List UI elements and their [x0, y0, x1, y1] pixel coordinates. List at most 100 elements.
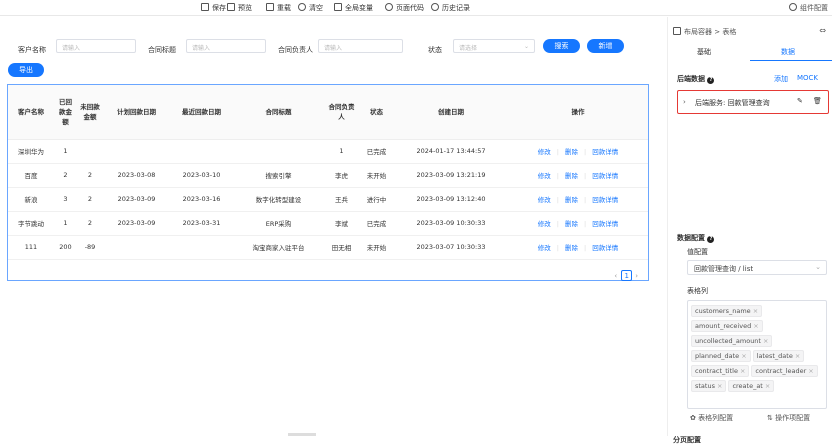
status-select[interactable]: 请选择 ⌄	[453, 39, 535, 53]
history-button[interactable]: 历史记录	[431, 3, 470, 13]
detail-link[interactable]: 回款详情	[586, 244, 624, 252]
delete-link[interactable]: 删除	[559, 172, 584, 180]
preview-button[interactable]: 预览	[227, 3, 252, 13]
cell: ERP采购	[233, 211, 324, 236]
cell: 田无相	[324, 235, 359, 260]
pagination: ‹ 1 ›	[614, 270, 638, 281]
active-tab-indicator	[750, 60, 832, 61]
cell: 未开始	[359, 163, 394, 188]
chevron-right-icon: ›	[683, 98, 686, 106]
delete-link[interactable]: 删除	[559, 148, 584, 156]
table-columns-label: 表格列	[687, 287, 708, 295]
header-planned-date: 计划回款日期	[103, 85, 170, 140]
column-tag[interactable]: contract_leader ×	[751, 364, 818, 377]
add-link[interactable]: 添加	[774, 74, 788, 84]
columns-tag-select[interactable]: customers_name × amount_received × uncolle…	[687, 300, 827, 409]
tab-data[interactable]: 数据	[781, 47, 795, 57]
global-vars-button[interactable]: 全局变量	[334, 3, 373, 13]
help-icon: ?	[707, 77, 715, 84]
cell: 200	[54, 235, 77, 260]
title-input[interactable]: 请输入	[186, 39, 266, 53]
data-table: 客户名称 已回款金额 未回款金额 计划回款日期 最近回款日期 合同标题 合同负责…	[7, 84, 649, 281]
close-icon[interactable]: ×	[740, 367, 745, 375]
leader-label: 合同负责人	[278, 46, 313, 54]
close-icon[interactable]: ×	[741, 352, 746, 360]
customer-input[interactable]: 请输入	[56, 39, 136, 53]
cell: 2023-03-10	[170, 163, 233, 188]
reload-button[interactable]: 重载	[266, 3, 291, 13]
header-actions: 操作	[508, 85, 648, 140]
export-button[interactable]: 导出	[8, 63, 44, 77]
edit-link[interactable]: 修改	[532, 196, 557, 204]
search-button[interactable]: 搜索	[543, 39, 580, 53]
backend-service-item[interactable]: › 后端服务: 回款管理查询 ✎ 🗑	[677, 90, 829, 114]
column-tag[interactable]: planned_date ×	[691, 349, 751, 362]
cell: 深圳华为	[8, 139, 54, 164]
mock-link[interactable]: MOCK	[797, 74, 818, 82]
close-icon[interactable]: ×	[765, 382, 770, 390]
edit-link[interactable]: 修改	[532, 220, 557, 228]
edit-link[interactable]: 修改	[532, 148, 557, 156]
column-tag[interactable]: customers_name ×	[691, 304, 763, 317]
header-contract-title: 合同标题	[233, 85, 324, 140]
cell: 3	[54, 187, 77, 212]
page-code-button[interactable]: 页面代码	[385, 3, 424, 13]
component-config-button[interactable]: 组件配置	[789, 3, 828, 13]
cell: 李斌	[324, 211, 359, 236]
tab-basic[interactable]: 基础	[697, 47, 711, 57]
top-toolbar: 保存 预览 重载 清空 全局变量 页面代码 历史记录 组件配置	[0, 0, 832, 16]
save-button[interactable]: 保存	[201, 3, 226, 13]
cell	[233, 139, 324, 164]
edit-link[interactable]: 修改	[532, 244, 557, 252]
value-config-select[interactable]: 回款管理查询 / list ⌄	[687, 260, 827, 275]
column-tag[interactable]: amount_received ×	[691, 319, 763, 332]
edit-icon[interactable]: ✎	[797, 97, 803, 105]
column-tag[interactable]: latest_date ×	[752, 349, 805, 362]
cell: 搜索引擎	[233, 163, 324, 188]
column-tag[interactable]: status ×	[691, 379, 727, 392]
op-config-button[interactable]: ⇅ 操作项配置	[767, 413, 810, 423]
delete-link[interactable]: 删除	[559, 244, 584, 252]
next-page-icon[interactable]: ›	[635, 272, 638, 280]
add-button[interactable]: 新增	[587, 39, 624, 53]
detail-link[interactable]: 回款详情	[586, 196, 624, 204]
close-icon[interactable]: ×	[753, 307, 758, 315]
detail-link[interactable]: 回款详情	[586, 172, 624, 180]
close-icon[interactable]: ×	[795, 352, 800, 360]
column-tag[interactable]: uncollected_amount ×	[691, 334, 773, 347]
clear-button[interactable]: 清空	[298, 3, 323, 13]
delete-link[interactable]: 删除	[559, 196, 584, 204]
cell: 2	[77, 187, 103, 212]
preview-icon	[227, 3, 235, 11]
close-icon[interactable]: ×	[717, 382, 722, 390]
help-icon: ?	[707, 236, 715, 243]
gear-icon	[789, 3, 797, 11]
column-tag[interactable]: create_at ×	[728, 379, 775, 392]
panel-toggle-icon[interactable]: ⇔	[819, 26, 826, 35]
cell: 2023-03-09	[103, 211, 170, 236]
status-label: 状态	[428, 46, 442, 54]
value-config-label: 值配置	[687, 248, 708, 256]
close-icon[interactable]: ×	[763, 337, 768, 345]
table-row: 百度 2 2 2023-03-08 2023-03-10 搜索引擎 李虎 未开始 2023-03…	[8, 163, 648, 188]
edit-link[interactable]: 修改	[532, 172, 557, 180]
delete-link[interactable]: 删除	[559, 220, 584, 228]
column-config-button[interactable]: ✿ 表格列配置	[690, 413, 733, 423]
detail-link[interactable]: 回款详情	[586, 148, 624, 156]
close-icon[interactable]: ×	[808, 367, 813, 375]
leader-input[interactable]: 请输入	[318, 39, 403, 53]
swap-icon: ⇅	[767, 414, 776, 422]
service-label: 后端服务: 回款管理查询	[695, 99, 770, 107]
cell: 王兵	[324, 187, 359, 212]
row-actions: 修改 | 删除 | 回款详情	[508, 211, 648, 236]
page-number[interactable]: 1	[621, 270, 633, 281]
close-icon[interactable]: ×	[753, 322, 758, 330]
cell: 111	[8, 235, 54, 260]
header-create-date: 创建日期	[394, 85, 508, 140]
cell: 1	[324, 139, 359, 164]
column-tag[interactable]: contract_title ×	[691, 364, 750, 377]
prev-page-icon[interactable]: ‹	[614, 272, 617, 280]
detail-link[interactable]: 回款详情	[586, 220, 624, 228]
delete-icon[interactable]: 🗑	[813, 97, 822, 105]
cell	[103, 235, 170, 260]
